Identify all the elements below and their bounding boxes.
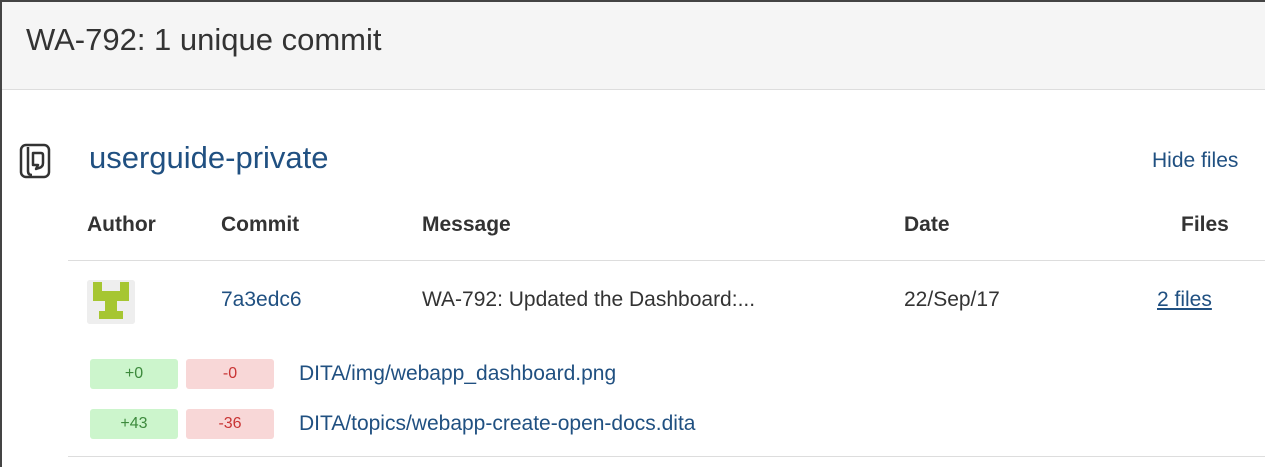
hide-files-link[interactable]: Hide files — [1152, 149, 1238, 173]
lines-removed-badge: -36 — [186, 409, 274, 439]
commit-hash-link[interactable]: 7a3edc6 — [221, 288, 302, 312]
header-files: Files — [1181, 213, 1229, 236]
author-avatar[interactable] — [87, 280, 135, 324]
repository-name-link[interactable]: userguide-private — [89, 140, 329, 176]
repository-icon — [19, 143, 51, 179]
file-path-link[interactable]: DITA/topics/webapp-create-open-docs.dita — [299, 412, 695, 436]
lines-removed-badge: -0 — [186, 359, 274, 389]
file-path-link[interactable]: DITA/img/webapp_dashboard.png — [299, 362, 616, 386]
header-commit: Commit — [221, 213, 300, 236]
header-message: Message — [422, 213, 511, 236]
commit-date: 22/Sep/17 — [904, 288, 1000, 311]
lines-added-badge: +0 — [90, 359, 178, 389]
footer-divider — [68, 456, 1265, 457]
dialog-title: WA-792: 1 unique commit — [26, 22, 382, 57]
dialog-header: WA-792: 1 unique commit — [2, 2, 1265, 90]
header-divider — [68, 260, 1265, 261]
commit-files-link[interactable]: 2 files — [1157, 288, 1212, 312]
commit-message: WA-792: Updated the Dashboard:... — [422, 288, 756, 311]
header-author: Author — [87, 213, 156, 236]
lines-added-badge: +43 — [90, 409, 178, 439]
header-date: Date — [904, 213, 950, 236]
